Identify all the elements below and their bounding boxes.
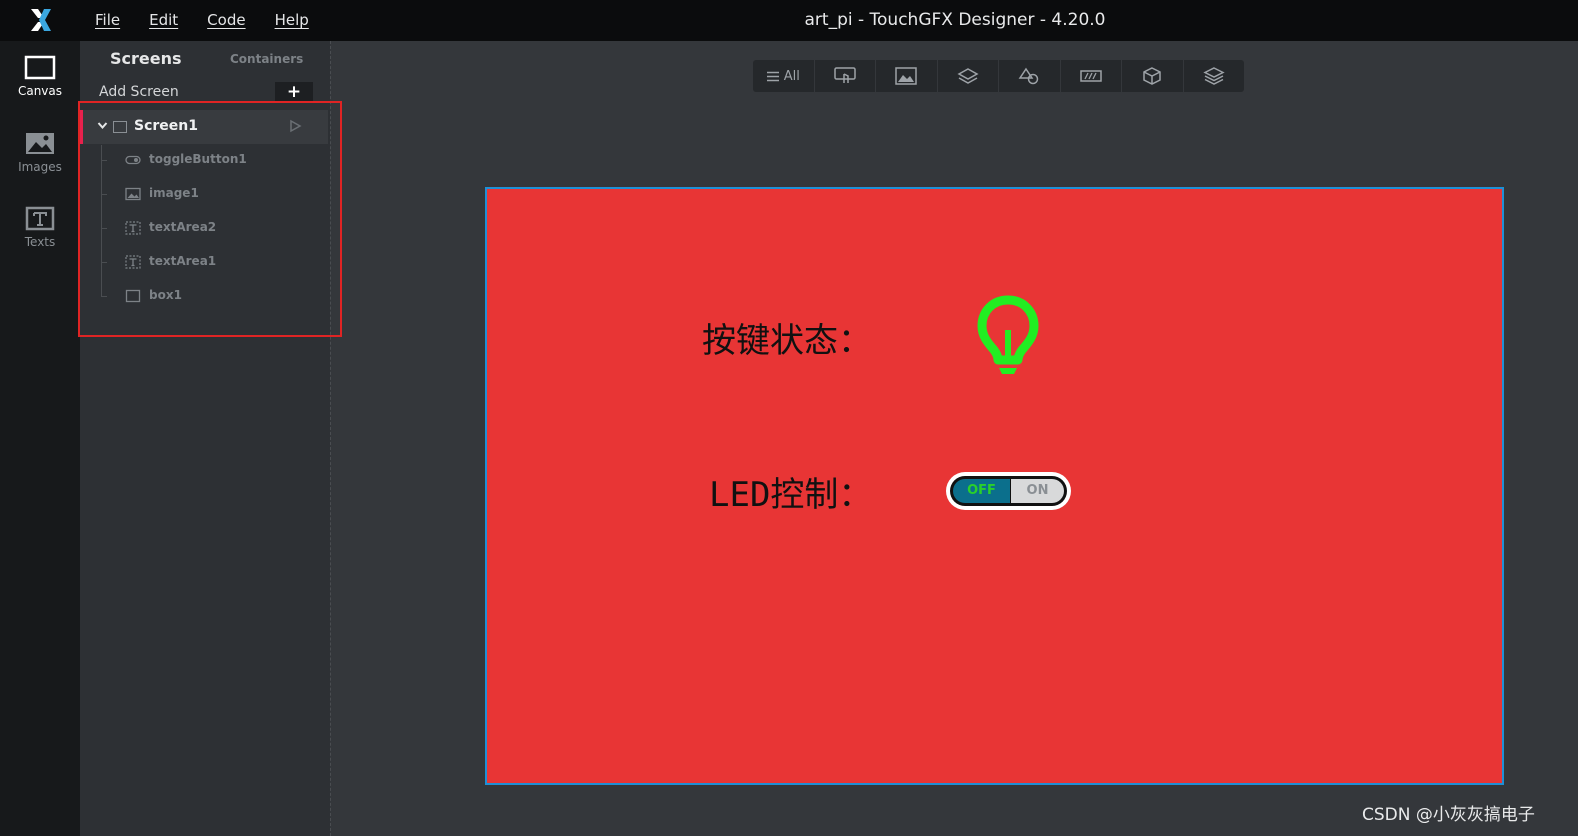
watermark: CSDN @小灰灰搞电子: [1362, 805, 1535, 825]
layers-icon: [957, 68, 979, 84]
cube-icon: [1143, 67, 1161, 85]
nav-images-label: Images: [18, 160, 62, 174]
filter-layers-button[interactable]: [938, 60, 999, 92]
toggle-off-segment: OFF: [953, 479, 1010, 503]
highlight-frame: [78, 101, 342, 337]
menu-edit[interactable]: Edit: [149, 0, 178, 41]
tab-screens[interactable]: Screens: [110, 49, 182, 68]
nav-texts-label: Texts: [24, 235, 56, 249]
toggle-button[interactable]: OFF ON: [946, 472, 1071, 510]
nav-texts[interactable]: Texts: [0, 206, 80, 249]
tab-containers[interactable]: Containers: [230, 52, 303, 66]
nav-images[interactable]: Images: [0, 131, 80, 174]
design-canvas[interactable]: 按键状态： LED控制： OFF ON: [485, 187, 1504, 785]
menu-bar: File Edit Code Help: [95, 0, 338, 41]
filter-shapes-button[interactable]: [999, 60, 1061, 92]
shapes-icon: [1018, 67, 1039, 85]
menu-file[interactable]: File: [95, 0, 120, 41]
widget-toolbar: All: [753, 60, 1244, 92]
window-title: art_pi - TouchGFX Designer - 4.20.0: [804, 10, 1106, 30]
images-icon: [26, 133, 54, 154]
filter-3d-button[interactable]: [1122, 60, 1184, 92]
nav-canvas-label: Canvas: [17, 84, 63, 98]
filter-image-button[interactable]: [876, 60, 938, 92]
list-icon: [766, 71, 779, 81]
toggle-track: OFF ON: [950, 476, 1067, 506]
filter-all-label: All: [783, 68, 800, 84]
filter-touch-button[interactable]: [815, 60, 876, 92]
filter-all-button[interactable]: All: [753, 60, 815, 92]
left-nav: Canvas Images Texts: [0, 41, 80, 836]
bulb-icon[interactable]: [974, 294, 1042, 378]
progress-icon: [1080, 70, 1102, 82]
title-bar: File Edit Code Help art_pi - TouchGFX De…: [0, 0, 1578, 41]
text-area-1[interactable]: LED控制：: [709, 467, 872, 516]
menu-help[interactable]: Help: [275, 0, 309, 41]
toggle-on-segment: ON: [1011, 479, 1064, 503]
menu-code[interactable]: Code: [207, 0, 245, 41]
text-area-2[interactable]: 按键状态：: [702, 313, 872, 362]
touch-icon: [834, 67, 856, 83]
add-screen-label: Add Screen: [99, 84, 179, 100]
stack-icon: [1203, 67, 1225, 85]
filter-progress-button[interactable]: [1061, 60, 1122, 92]
filter-stack-button[interactable]: [1184, 60, 1245, 92]
add-screen-button[interactable]: +: [275, 82, 313, 102]
texts-icon: [25, 206, 55, 231]
touchgfx-logo-icon[interactable]: [28, 7, 54, 33]
canvas-icon: [24, 55, 56, 80]
nav-canvas[interactable]: Canvas: [0, 55, 80, 98]
image-icon: [895, 67, 917, 85]
